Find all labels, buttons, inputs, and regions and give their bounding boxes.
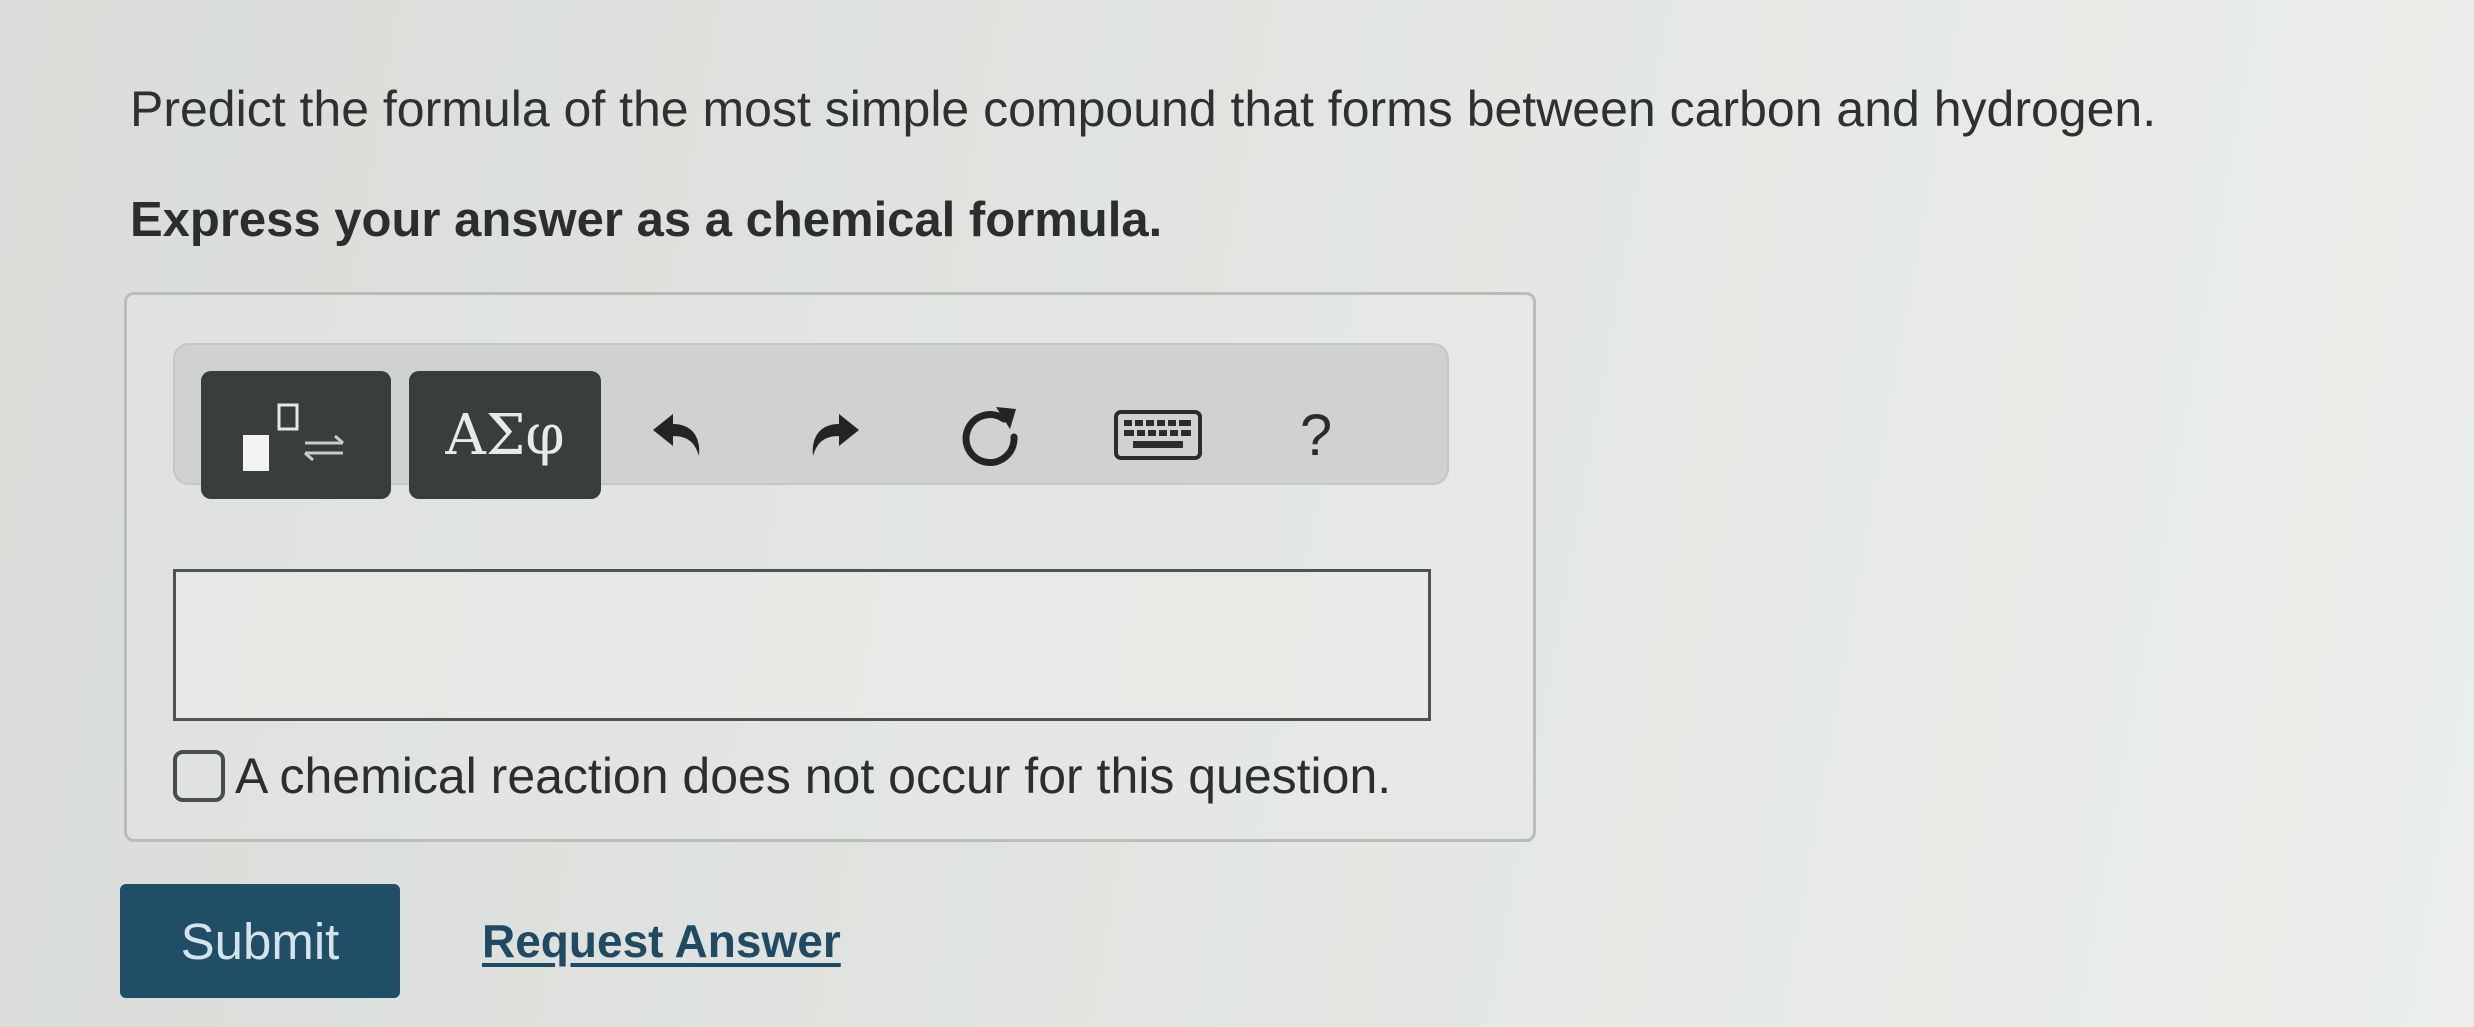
chemical-formula-input[interactable] (173, 569, 1431, 721)
no-reaction-label: A chemical reaction does not occur for t… (235, 748, 1392, 804)
redo-icon (812, 414, 859, 456)
question-prompt: Predict the formula of the most simple c… (130, 81, 2157, 137)
undo-icon (653, 414, 700, 456)
answer-panel: ΑΣφ ? A chemical reaction does not occur… (124, 292, 1536, 842)
reset-icon (962, 407, 1018, 466)
answer-instruction: Express your answer as a chemical formul… (130, 193, 1163, 247)
help-button[interactable]: ? (1261, 371, 1371, 499)
reset-button[interactable] (935, 371, 1045, 499)
submit-button[interactable]: Submit (120, 884, 400, 998)
template-arrows-icon (243, 403, 344, 471)
no-reaction-checkbox[interactable] (173, 750, 225, 802)
greek-symbols-button[interactable]: ΑΣφ (409, 371, 601, 499)
undo-button[interactable] (623, 371, 733, 499)
keyboard-icon (1114, 410, 1202, 460)
no-reaction-option[interactable]: A chemical reaction does not occur for t… (173, 747, 1391, 805)
templates-button[interactable] (201, 371, 391, 499)
request-answer-link[interactable]: Request Answer (482, 914, 841, 968)
math-toolbar: ΑΣφ ? (173, 343, 1449, 499)
keyboard-button[interactable] (1093, 371, 1223, 499)
redo-button[interactable] (779, 371, 889, 499)
